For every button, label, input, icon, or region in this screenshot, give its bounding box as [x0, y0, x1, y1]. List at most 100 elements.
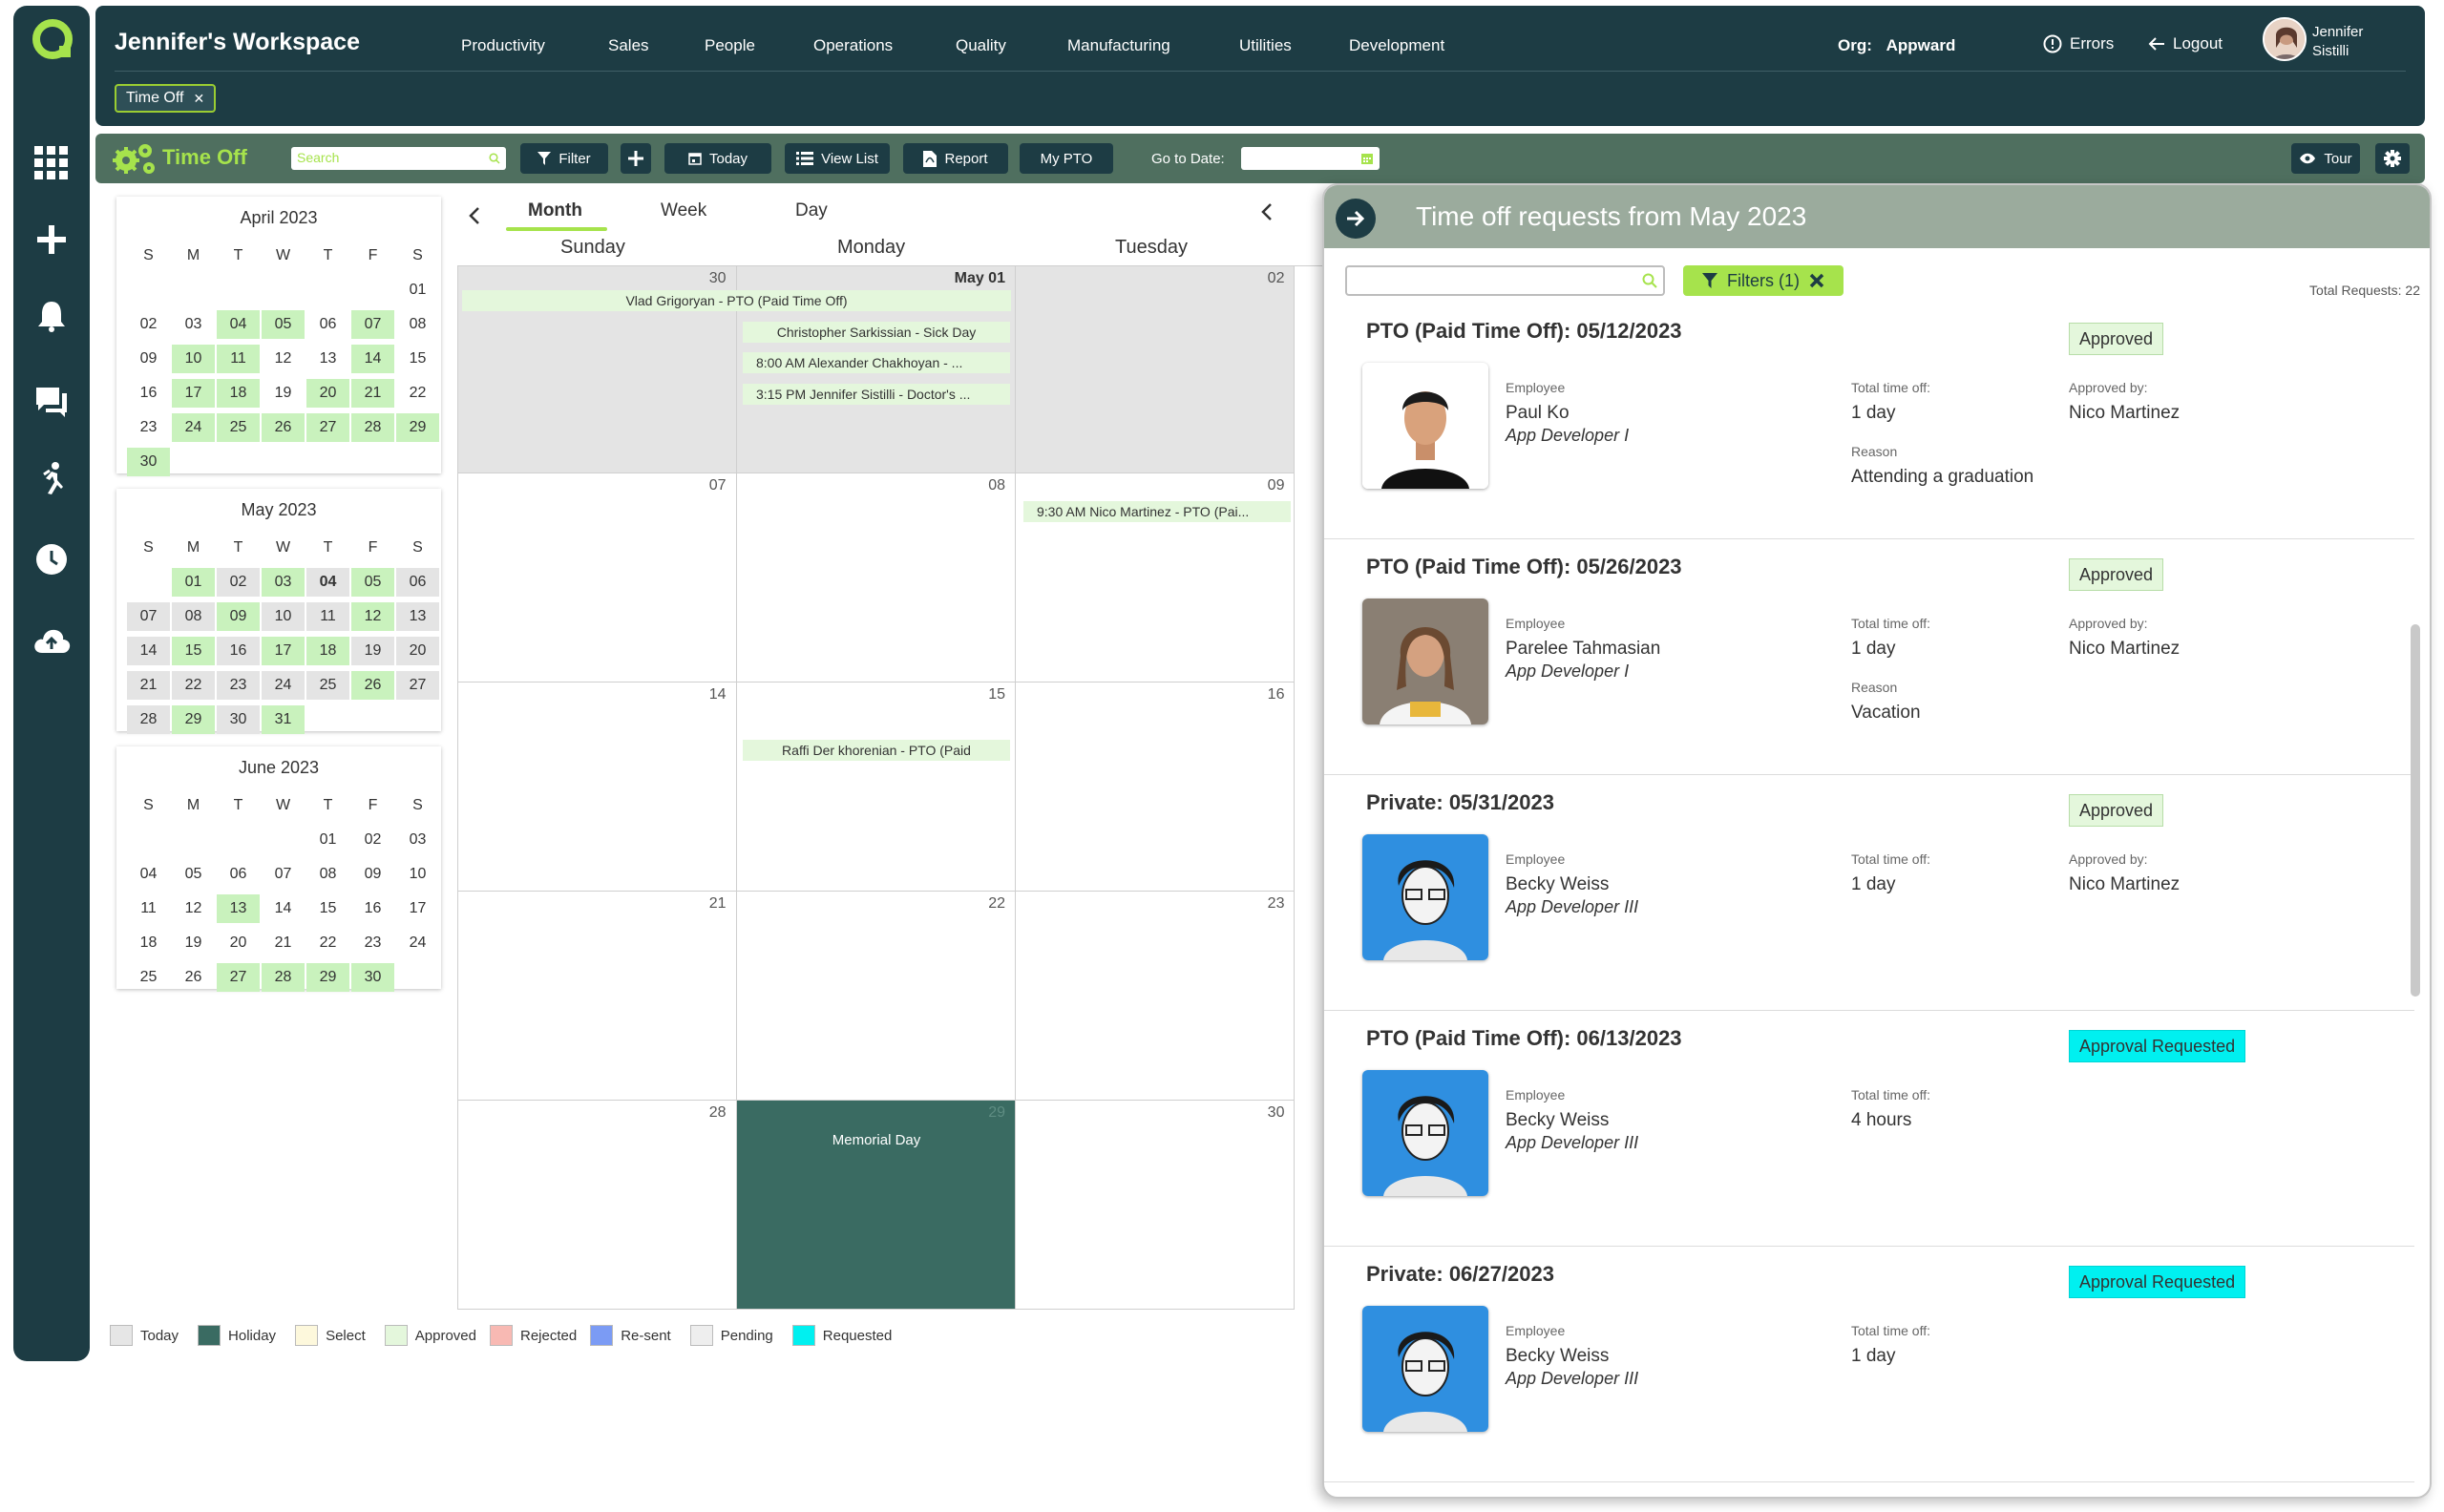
- scrollbar[interactable]: [2411, 624, 2420, 997]
- mini-calendar-day[interactable]: 20: [306, 379, 349, 408]
- mini-calendar-day[interactable]: 09: [217, 602, 260, 631]
- mini-calendar-day[interactable]: 01: [306, 826, 349, 854]
- mini-calendar-day[interactable]: 25: [217, 413, 260, 442]
- user-name[interactable]: Jennifer Sistilli: [2312, 23, 2363, 61]
- mini-calendar-day[interactable]: 03: [396, 826, 439, 854]
- appward-logo[interactable]: [31, 17, 74, 61]
- mini-calendar-day[interactable]: 12: [262, 345, 305, 373]
- mini-calendar-day[interactable]: 10: [396, 860, 439, 889]
- mini-calendar-day[interactable]: 30: [127, 448, 170, 476]
- mini-calendar-day[interactable]: 23: [351, 929, 394, 957]
- nav-utilities[interactable]: Utilities: [1239, 36, 1292, 55]
- nav-development[interactable]: Development: [1349, 36, 1444, 55]
- mini-calendar-day[interactable]: 02: [127, 310, 170, 339]
- mini-calendar-day[interactable]: 11: [127, 894, 170, 923]
- calendar-event[interactable]: 3:15 PM Jennifer Sistilli - Doctor's ...: [743, 384, 1010, 405]
- mini-calendar-day[interactable]: 26: [172, 963, 215, 992]
- tab-day[interactable]: Day: [795, 200, 828, 221]
- mini-calendar-day[interactable]: 30: [217, 705, 260, 734]
- search-input[interactable]: Search: [291, 147, 506, 170]
- mini-calendar-day[interactable]: 01: [396, 276, 439, 304]
- settings-button[interactable]: [2375, 143, 2410, 174]
- mini-calendar-day[interactable]: 03: [172, 310, 215, 339]
- requests-search-input[interactable]: [1345, 265, 1665, 296]
- mini-calendar-day[interactable]: 06: [306, 310, 349, 339]
- chat-icon[interactable]: [13, 378, 90, 426]
- cloud-upload-icon[interactable]: [13, 617, 90, 664]
- mini-calendar-day[interactable]: 19: [172, 929, 215, 957]
- mini-calendar-day[interactable]: 10: [262, 602, 305, 631]
- calendar-event[interactable]: Raffi Der khorenian - PTO (Paid: [743, 740, 1010, 761]
- my-pto-button[interactable]: My PTO: [1020, 143, 1113, 174]
- plus-icon[interactable]: [13, 216, 90, 263]
- open-tab-chip[interactable]: Time Off ✕: [115, 84, 217, 113]
- mini-calendar-day[interactable]: 12: [351, 602, 394, 631]
- mini-calendar-day[interactable]: 26: [262, 413, 305, 442]
- calendar-day-cell[interactable]: 23: [1015, 892, 1296, 1101]
- mini-calendar-day[interactable]: 20: [217, 929, 260, 957]
- mini-calendar-day[interactable]: 24: [172, 413, 215, 442]
- request-card[interactable]: PTO (Paid Time Off): 06/13/2023 Approval …: [1324, 1011, 2414, 1247]
- calendar-day-cell[interactable]: 21: [457, 892, 737, 1101]
- nav-sales[interactable]: Sales: [608, 36, 649, 55]
- errors-button[interactable]: Errors: [2043, 34, 2114, 53]
- mini-calendar-day[interactable]: 28: [351, 413, 394, 442]
- mini-calendar-day[interactable]: 24: [262, 671, 305, 700]
- clock-icon[interactable]: [13, 536, 90, 583]
- mini-calendar-day[interactable]: 16: [217, 637, 260, 665]
- mini-calendar-day[interactable]: 21: [262, 929, 305, 957]
- logout-button[interactable]: Logout: [2148, 34, 2223, 53]
- mini-calendar-day[interactable]: 16: [351, 894, 394, 923]
- mini-calendar-day[interactable]: 14: [127, 637, 170, 665]
- tab-month[interactable]: Month: [528, 200, 582, 221]
- mini-calendar-day[interactable]: 15: [172, 637, 215, 665]
- mini-calendar-day[interactable]: 05: [262, 310, 305, 339]
- mini-calendar-day[interactable]: 10: [172, 345, 215, 373]
- mini-calendar-day[interactable]: 16: [127, 379, 170, 408]
- mini-calendar-day[interactable]: 22: [396, 379, 439, 408]
- request-card[interactable]: Private: 06/27/2023 Approval Requested Emp…: [1324, 1247, 2414, 1482]
- mini-calendar-day[interactable]: 09: [127, 345, 170, 373]
- mini-calendar-day[interactable]: 18: [127, 929, 170, 957]
- mini-calendar-day[interactable]: 29: [396, 413, 439, 442]
- mini-calendar-day[interactable]: 05: [172, 860, 215, 889]
- mini-calendar-day[interactable]: 04: [127, 860, 170, 889]
- mini-calendar-day[interactable]: 03: [262, 568, 305, 597]
- add-button[interactable]: [621, 143, 651, 174]
- mini-calendar-day[interactable]: 12: [172, 894, 215, 923]
- apps-grid-icon[interactable]: [13, 139, 90, 187]
- mini-calendar-day[interactable]: 08: [396, 310, 439, 339]
- nav-manufacturing[interactable]: Manufacturing: [1067, 36, 1170, 55]
- mini-calendar-day[interactable]: 02: [217, 568, 260, 597]
- calendar-day-cell[interactable]: 28: [457, 1100, 737, 1310]
- close-icon[interactable]: ✕: [193, 91, 204, 107]
- mini-calendar-day[interactable]: 31: [262, 705, 305, 734]
- mini-calendar-day[interactable]: 26: [351, 671, 394, 700]
- mini-calendar-day[interactable]: 08: [172, 602, 215, 631]
- next-range-button[interactable]: [1260, 202, 1274, 226]
- mini-calendar-day[interactable]: 23: [217, 671, 260, 700]
- nav-productivity[interactable]: Productivity: [461, 36, 545, 55]
- calendar-event[interactable]: Memorial Day: [743, 1129, 1010, 1150]
- mini-calendar-day[interactable]: 30: [351, 963, 394, 992]
- user-avatar[interactable]: [2263, 17, 2307, 61]
- nav-operations[interactable]: Operations: [813, 36, 893, 55]
- mini-calendar-day[interactable]: 27: [396, 671, 439, 700]
- filter-button[interactable]: Filter: [520, 143, 608, 174]
- mini-calendar-day[interactable]: 17: [396, 894, 439, 923]
- mini-calendar-day[interactable]: 18: [306, 637, 349, 665]
- mini-calendar-day[interactable]: 04: [306, 568, 349, 597]
- calendar-day-cell[interactable]: 02: [1015, 265, 1296, 474]
- mini-calendar-day[interactable]: 17: [172, 379, 215, 408]
- mini-calendar-day[interactable]: 01: [172, 568, 215, 597]
- mini-calendar-day[interactable]: 27: [217, 963, 260, 992]
- mini-calendar-day[interactable]: 07: [351, 310, 394, 339]
- mini-calendar-day[interactable]: 28: [262, 963, 305, 992]
- mini-calendar-day[interactable]: 04: [217, 310, 260, 339]
- mini-calendar-day[interactable]: 21: [351, 379, 394, 408]
- calendar-day-cell[interactable]: 22: [736, 892, 1016, 1101]
- mini-calendar-day[interactable]: 13: [396, 602, 439, 631]
- mini-calendar-day[interactable]: 07: [127, 602, 170, 631]
- mini-calendar-day[interactable]: 22: [306, 929, 349, 957]
- mini-calendar-day[interactable]: 13: [217, 894, 260, 923]
